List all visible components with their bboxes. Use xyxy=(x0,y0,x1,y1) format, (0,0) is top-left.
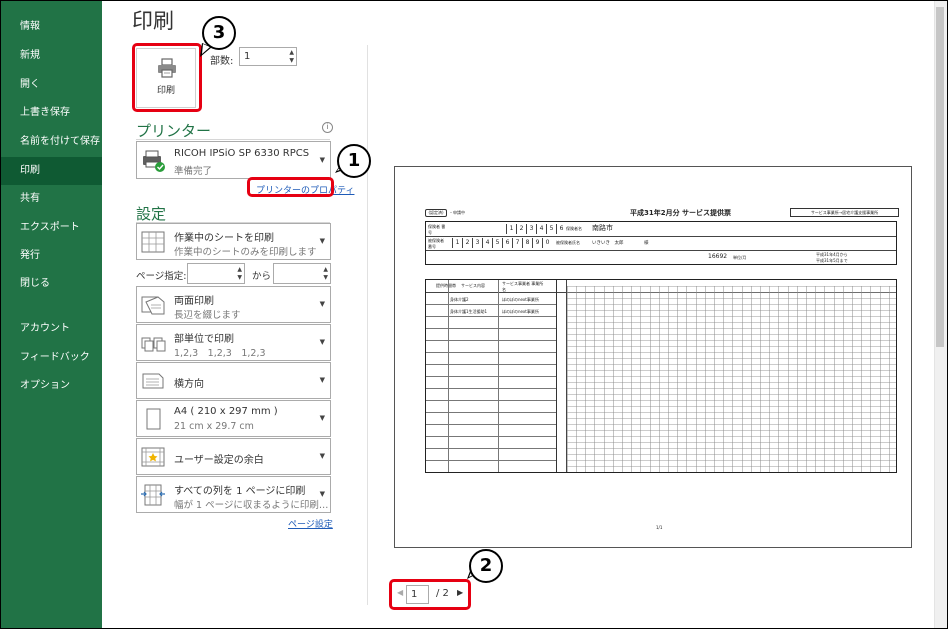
print-backstage: 情報 新規 開く 上書き保存 名前を付けて保存 印刷 共有 エクスポート 発行 … xyxy=(0,0,948,629)
callout-badge-1: 1 xyxy=(337,144,371,178)
callout-badge-2: 2 xyxy=(469,549,503,583)
callout-tails xyxy=(200,43,483,579)
callout-badge-3: 3 xyxy=(202,16,236,50)
